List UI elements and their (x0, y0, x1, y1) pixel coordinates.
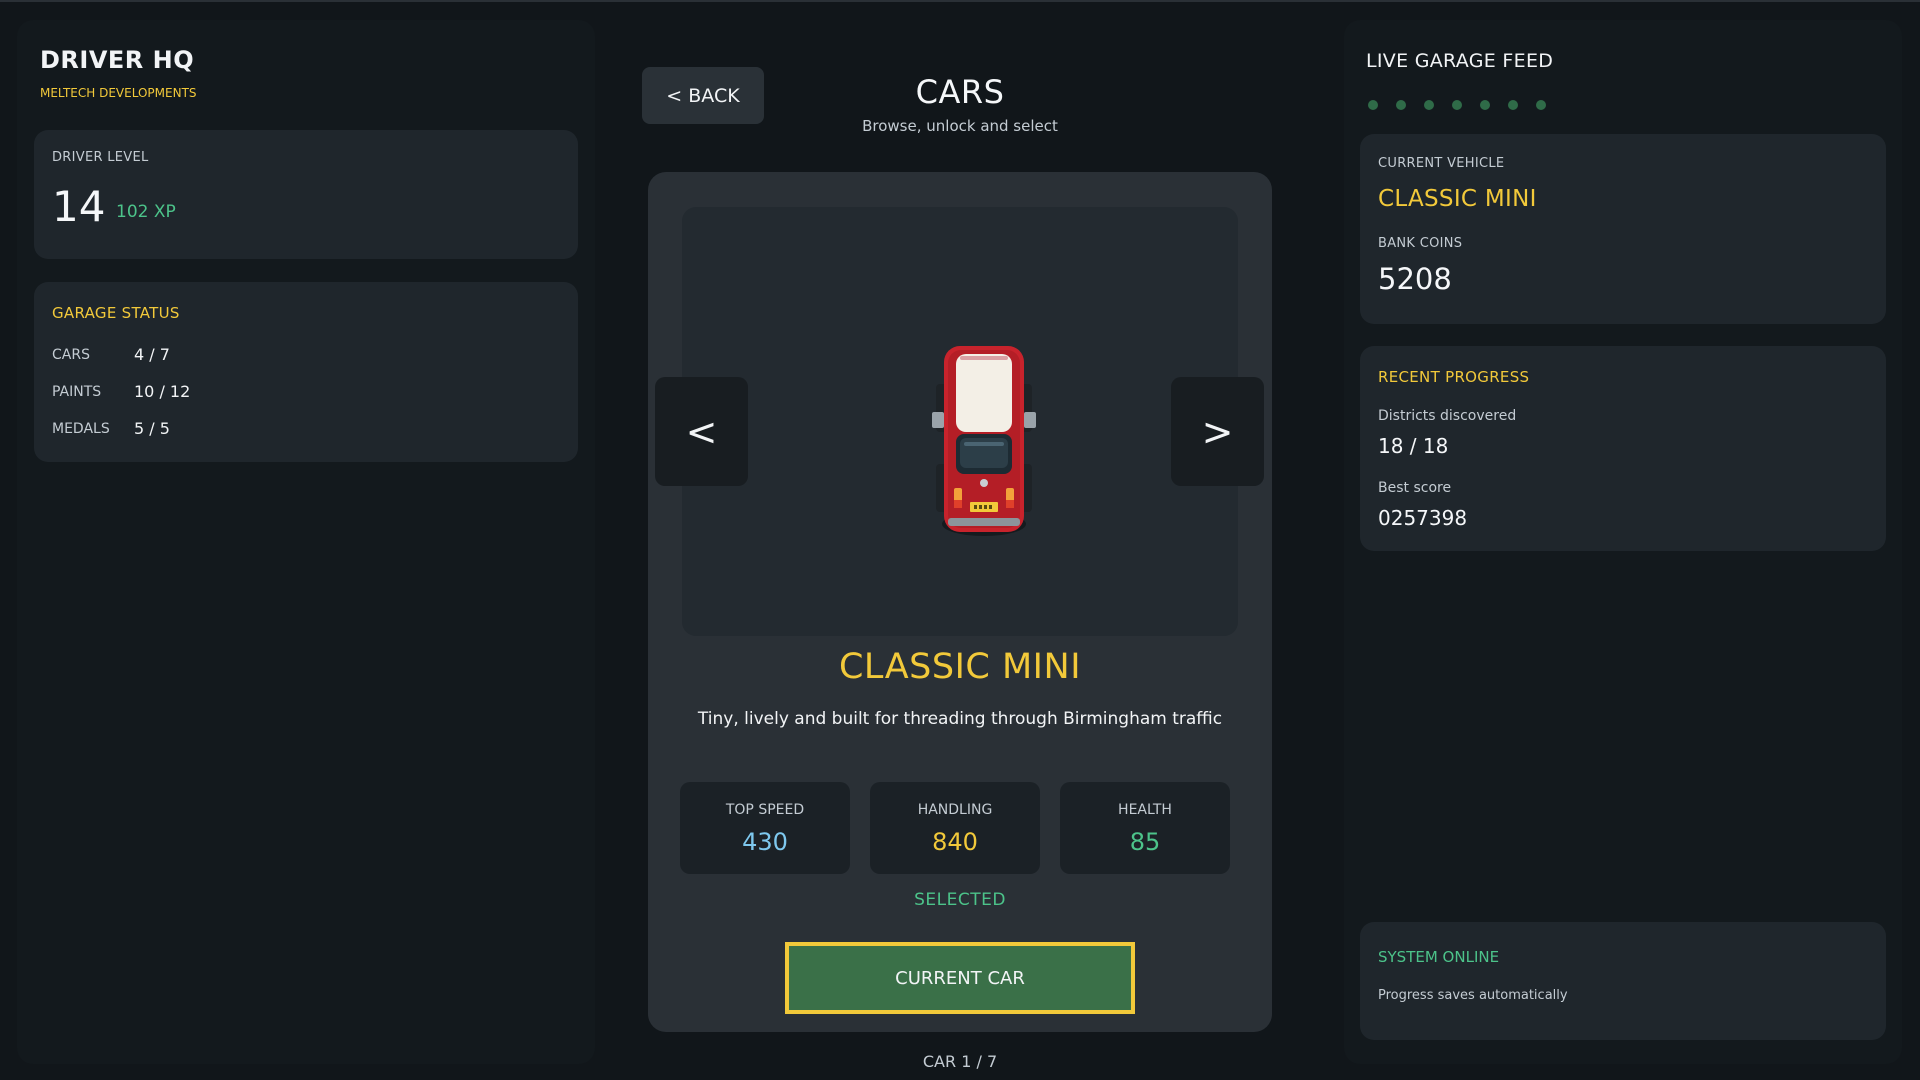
best-score-label: Best score (1378, 480, 1452, 496)
car-selection-panel: < > CLASSIC MINI Tiny, lively and built … (648, 172, 1272, 1032)
top-speed-stat: TOP SPEED 430 (680, 782, 850, 874)
health-stat: HEALTH 85 (1060, 782, 1230, 874)
stat-value-medals: 5 / 5 (134, 419, 170, 438)
health-value: 85 (1129, 828, 1161, 856)
best-score-value: 0257398 (1378, 506, 1468, 530)
stat-value-paints: 10 / 12 (134, 382, 191, 401)
feed-dot (1424, 100, 1434, 110)
system-note: Progress saves automatically (1378, 988, 1568, 1003)
driver-level-label: DRIVER LEVEL (52, 150, 149, 165)
districts-value: 18 / 18 (1378, 434, 1449, 458)
page-title: CARS (915, 73, 1005, 111)
back-button[interactable]: < BACK (642, 67, 764, 124)
brand-title: DRIVER HQ (40, 46, 195, 74)
feed-dot (1396, 100, 1406, 110)
garage-status-card: GARAGE STATUS CARS 4 / 7 PAINTS 10 / 12 … (34, 282, 578, 462)
stat-label-medals: MEDALS (52, 421, 110, 437)
next-car-button[interactable]: > (1171, 377, 1264, 486)
top-speed-value: 430 (742, 828, 788, 856)
feed-dot (1368, 100, 1378, 110)
current-vehicle-label: CURRENT VEHICLE (1378, 156, 1505, 171)
previous-car-button[interactable]: < (655, 377, 748, 486)
recent-progress-label: RECENT PROGRESS (1378, 368, 1530, 386)
system-status-card: SYSTEM ONLINE Progress saves automatical… (1360, 922, 1886, 1040)
car-sprite-icon (932, 342, 1036, 546)
recent-progress-card: RECENT PROGRESS Districts discovered 18 … (1360, 346, 1886, 551)
feed-title: LIVE GARAGE FEED (1366, 50, 1554, 72)
current-vehicle-name: CLASSIC MINI (1378, 186, 1537, 212)
driver-level-card: DRIVER LEVEL 14 102 XP (34, 130, 578, 259)
feed-dot (1480, 100, 1490, 110)
handling-value: 840 (932, 828, 978, 856)
bank-coins-value: 5208 (1378, 262, 1452, 296)
car-name: CLASSIC MINI (838, 647, 1082, 687)
stat-label-paints: PAINTS (52, 384, 102, 400)
driver-level-value: 14 (52, 182, 106, 231)
feed-dot (1536, 100, 1546, 110)
car-description: Tiny, lively and built for threading thr… (697, 709, 1223, 729)
health-label: HEALTH (1118, 802, 1172, 818)
stat-value-cars: 4 / 7 (134, 345, 170, 364)
top-speed-label: TOP SPEED (725, 802, 805, 818)
car-counter: CAR 1 / 7 (922, 1052, 998, 1071)
stat-label-cars: CARS (52, 347, 90, 363)
brand-subtitle: MELTECH DEVELOPMENTS (40, 86, 197, 100)
driver-hq-panel: DRIVER HQ MELTECH DEVELOPMENTS DRIVER LE… (17, 20, 595, 1064)
districts-label: Districts discovered (1378, 408, 1517, 424)
current-car-button[interactable]: CURRENT CAR (785, 942, 1135, 1014)
feed-dot (1508, 100, 1518, 110)
handling-label: HANDLING (917, 802, 993, 818)
selected-status: SELECTED (914, 890, 1006, 910)
bank-coins-label: BANK COINS (1378, 236, 1463, 251)
handling-stat: HANDLING 840 (870, 782, 1040, 874)
page-subtitle: Browse, unlock and select (862, 117, 1058, 135)
live-garage-feed-panel: LIVE GARAGE FEED CURRENT VEHICLE CLASSIC… (1344, 20, 1902, 1064)
system-status: SYSTEM ONLINE (1378, 948, 1500, 966)
current-vehicle-card: CURRENT VEHICLE CLASSIC MINI BANK COINS … (1360, 134, 1886, 324)
xp-value: 102 XP (116, 202, 176, 222)
feed-indicator-dots (1368, 100, 1546, 110)
car-preview (682, 207, 1238, 636)
garage-status-label: GARAGE STATUS (52, 304, 180, 322)
top-border (0, 0, 1920, 2)
feed-dot (1452, 100, 1462, 110)
